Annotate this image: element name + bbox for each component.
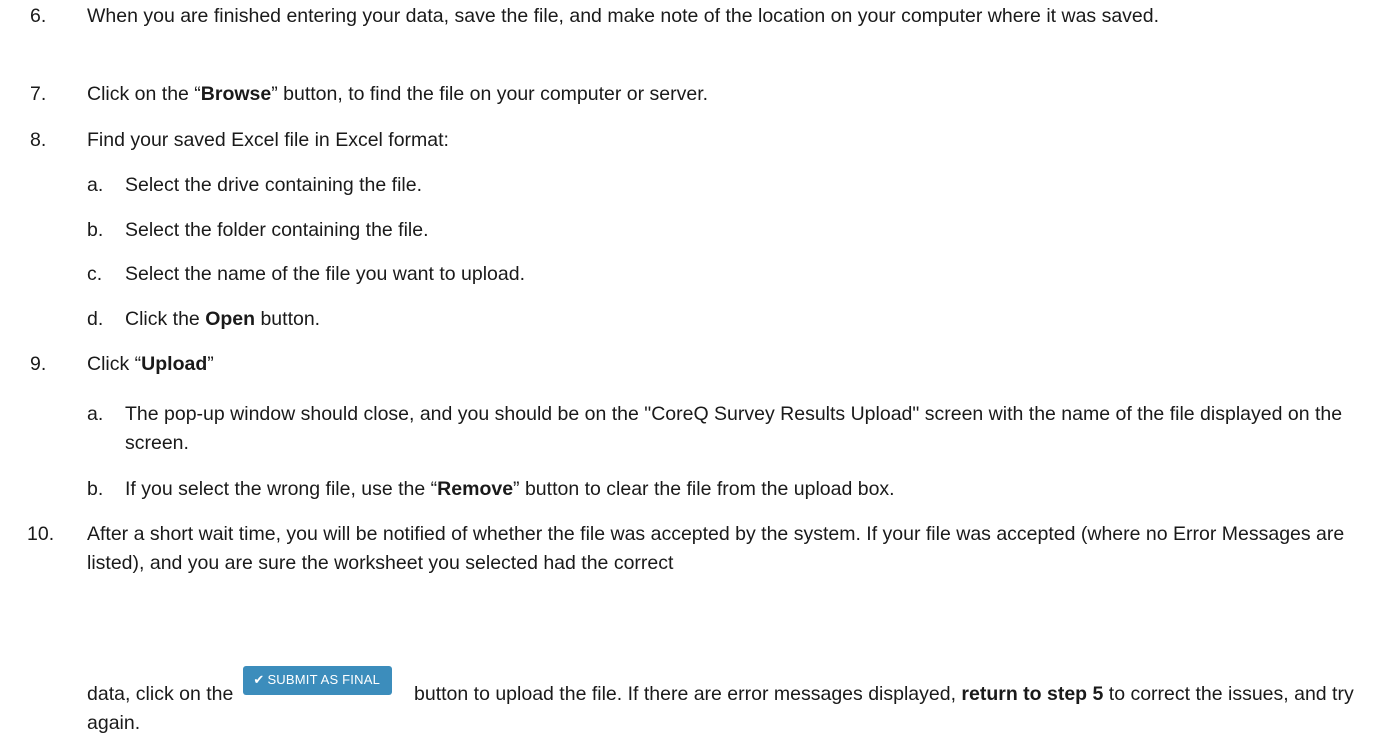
remove-label: Remove xyxy=(437,478,514,500)
sub-text: Select the name of the file you want to … xyxy=(125,263,526,285)
step-number: 9. xyxy=(30,353,47,375)
upload-label: Upload xyxy=(141,353,208,375)
step-8a: a. Select the drive containing the file. xyxy=(87,171,1367,200)
step-8b: b. Select the folder containing the file… xyxy=(87,216,1367,245)
sub-letter: b. xyxy=(87,478,104,500)
open-label: Open xyxy=(205,308,256,330)
sub-text: Select the drive containing the file. xyxy=(125,174,423,196)
step-number: 7. xyxy=(30,83,47,105)
check-icon: ✔ xyxy=(253,672,265,688)
submit-as-final-button[interactable]: ✔ SUBMIT AS FINAL xyxy=(243,666,393,696)
sub-text: If you select the wrong file, use the “R… xyxy=(125,478,895,500)
instruction-page: 6. When you are finished entering your d… xyxy=(0,0,1385,734)
step-8c: c. Select the name of the file you want … xyxy=(87,260,1367,289)
step-text: When you are finished entering your data… xyxy=(87,5,1160,27)
sub-letter: d. xyxy=(87,308,104,330)
browse-label: Browse xyxy=(200,83,272,105)
step-9a: a. The pop-up window should close, and y… xyxy=(87,400,1367,458)
step-text: Find your saved Excel file in Excel form… xyxy=(87,129,449,151)
sub-text: The pop-up window should close, and you … xyxy=(125,403,1343,454)
sub-letter: c. xyxy=(87,263,103,285)
return-to-step-label: return to step 5 xyxy=(961,683,1104,705)
sub-text: Select the folder containing the file. xyxy=(125,219,429,241)
step-9b: b. If you select the wrong file, use the… xyxy=(87,475,1367,504)
step-text: Click “Upload” xyxy=(87,353,214,375)
sub-letter: a. xyxy=(87,174,104,196)
step-text: data, click on the✔ SUBMIT AS FINALbutton… xyxy=(87,666,1370,738)
step-10-continued: data, click on the✔ SUBMIT AS FINALbutton… xyxy=(30,666,1370,738)
step-9: 9. Click “Upload” xyxy=(30,350,1370,379)
step-number: 8. xyxy=(30,129,47,151)
step-6: 6. When you are finished entering your d… xyxy=(30,2,1370,31)
step-number: 10. xyxy=(27,523,55,545)
step-text: After a short wait time, you will be not… xyxy=(87,523,1345,574)
step-7: 7. Click on the “Browse” button, to find… xyxy=(30,80,1370,109)
sub-letter: b. xyxy=(87,219,104,241)
sub-text: Click the Open button. xyxy=(125,308,321,330)
step-number: 6. xyxy=(30,5,47,27)
step-10: 10. After a short wait time, you will be… xyxy=(27,520,1370,578)
step-8d: d. Click the Open button. xyxy=(87,305,1367,334)
step-text: Click on the “Browse” button, to find th… xyxy=(87,83,709,105)
step-8: 8. Find your saved Excel file in Excel f… xyxy=(30,126,1370,155)
sub-letter: a. xyxy=(87,403,104,425)
